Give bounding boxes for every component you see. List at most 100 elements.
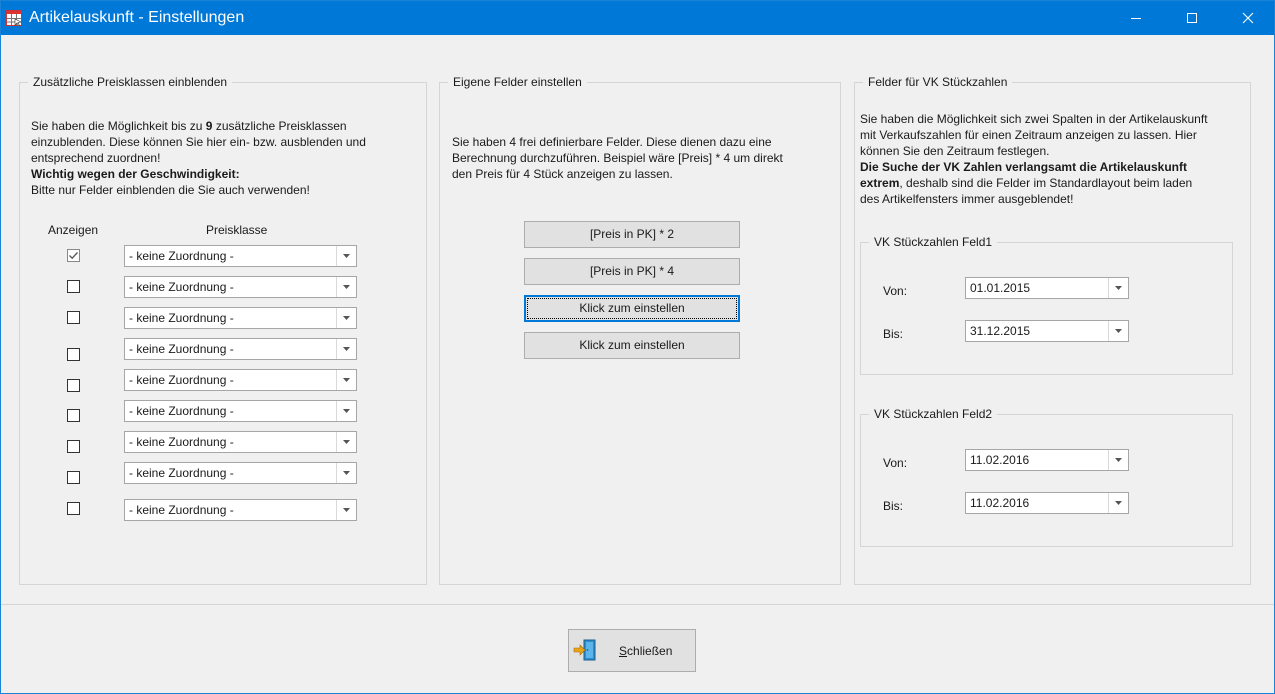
chevron-down-icon[interactable] — [336, 339, 356, 359]
group-vk-stueckzahlen: Felder für VK Stückzahlen Sie haben die … — [854, 75, 1251, 585]
vk-warning-2: extrem — [860, 176, 900, 190]
chevron-down-icon[interactable] — [336, 277, 356, 297]
chevron-down-icon[interactable] — [336, 463, 356, 483]
chevron-down-icon[interactable] — [1108, 321, 1128, 341]
vk-line-2: mit Verkaufszahlen für einen Zeitraum an… — [860, 128, 1197, 142]
show-priceclass-checkbox[interactable] — [67, 379, 80, 392]
warning-heading: Wichtig wegen der Geschwindigkeit: — [31, 167, 240, 181]
column-header-priceclass: Preisklasse — [206, 223, 268, 237]
vk-feld1-from-label: Von: — [883, 284, 908, 298]
priceclass-select-value: - keine Zuordnung - — [129, 404, 234, 418]
priceclass-select[interactable]: - keine Zuordnung - — [124, 499, 357, 521]
group-preisklassen-legend: Zusätzliche Preisklassen einblenden — [28, 75, 233, 89]
schliessen-button[interactable]: Schließen — [568, 629, 696, 672]
priceclass-select-value: - keine Zuordnung - — [129, 342, 234, 356]
priceclass-select-value: - keine Zuordnung - — [129, 311, 234, 325]
show-priceclass-checkbox[interactable] — [67, 409, 80, 422]
show-priceclass-checkbox[interactable] — [67, 502, 80, 515]
chevron-down-icon[interactable] — [336, 308, 356, 328]
vk-feld1-from-date[interactable]: 01.01.2015 — [965, 277, 1129, 299]
group-preisklassen: Zusätzliche Preisklassen einblenden Sie … — [19, 75, 427, 585]
intro-number: 9 — [205, 119, 213, 133]
vk-line-5: , deshalb sind die Felder im Standardlay… — [899, 176, 1193, 190]
vk-feld2-to-date[interactable]: 11.02.2016 — [965, 492, 1129, 514]
vk-feld1-to-date[interactable]: 31.12.2015 — [965, 320, 1129, 342]
intro-line-2: einzublenden. Diese können Sie hier ein-… — [31, 135, 366, 149]
show-priceclass-checkbox[interactable] — [67, 348, 80, 361]
focus-rect — [527, 298, 737, 319]
chevron-down-icon[interactable] — [336, 401, 356, 421]
priceclass-select-value: - keine Zuordnung - — [129, 503, 234, 517]
vk-feld1-legend: VK Stückzahlen Feld1 — [869, 235, 998, 249]
chevron-down-icon[interactable] — [1108, 450, 1128, 470]
vk-feld1-to-value: 31.12.2015 — [970, 324, 1031, 338]
priceclass-select-value: - keine Zuordnung - — [129, 373, 234, 387]
maximize-button[interactable] — [1164, 1, 1220, 35]
close-window-button[interactable] — [1220, 1, 1275, 35]
priceclass-select[interactable]: - keine Zuordnung - — [124, 462, 357, 484]
eigene-line-1: Sie haben 4 frei definierbare Felder. Di… — [452, 135, 772, 149]
column-header-show: Anzeigen — [48, 223, 99, 237]
settings-window: Artikelauskunft - Einstellungen Zusätzli… — [0, 0, 1275, 694]
preisklassen-intro: Sie haben die Möglichkeit bis zu 9 zusät… — [31, 118, 421, 198]
vk-feld2-from-label: Von: — [883, 456, 908, 470]
intro-text-2: zusätzliche Preisklassen — [215, 119, 347, 133]
chevron-down-icon[interactable] — [1108, 493, 1128, 513]
warning-text: Bitte nur Felder einblenden die Sie auch… — [31, 183, 310, 197]
priceclass-select[interactable]: - keine Zuordnung - — [124, 307, 357, 329]
eigene-intro: Sie haben 4 frei definierbare Felder. Di… — [452, 134, 837, 182]
vk-feld2-to-label: Bis: — [883, 499, 904, 513]
group-vk-legend: Felder für VK Stückzahlen — [863, 75, 1013, 89]
exit-door-icon — [573, 638, 597, 662]
intro-line-3: entsprechend zuordnen! — [31, 151, 161, 165]
minimize-button[interactable] — [1108, 1, 1164, 35]
vk-feld2-from-date[interactable]: 11.02.2016 — [965, 449, 1129, 471]
eigene-line-2: Berechnung durchzuführen. Beispiel wäre … — [452, 151, 783, 165]
footer-divider — [1, 604, 1274, 605]
custom-field-3-button[interactable]: Klick zum einstellen — [524, 295, 740, 322]
eigene-line-3: den Preis für 4 Stück anzeigen zu lassen… — [452, 167, 673, 181]
intro-text-1: Sie haben die Möglichkeit bis zu — [31, 119, 203, 133]
show-priceclass-checkbox[interactable] — [67, 440, 80, 453]
priceclass-select[interactable]: - keine Zuordnung - — [124, 245, 357, 267]
custom-field-2-button[interactable]: [Preis in PK] * 4 — [524, 258, 740, 285]
priceclass-select[interactable]: - keine Zuordnung - — [124, 369, 357, 391]
priceclass-select[interactable]: - keine Zuordnung - — [124, 400, 357, 422]
minimize-icon — [1131, 18, 1141, 19]
chevron-down-icon[interactable] — [1108, 278, 1128, 298]
group-eigene-felder: Eigene Felder einstellen Sie haben 4 fre… — [439, 75, 841, 585]
schliessen-label-rest: chließen — [627, 644, 673, 658]
vk-line-3: können Sie den Zeitraum festlegen. — [860, 144, 1050, 158]
priceclass-select-value: - keine Zuordnung - — [129, 249, 234, 263]
priceclass-select-value: - keine Zuordnung - — [129, 435, 234, 449]
chevron-down-icon[interactable] — [336, 370, 356, 390]
show-priceclass-checkbox[interactable] — [67, 471, 80, 484]
priceclass-select-value: - keine Zuordnung - — [129, 466, 234, 480]
custom-field-4-button[interactable]: Klick zum einstellen — [524, 332, 740, 359]
show-priceclass-checkbox[interactable] — [67, 249, 80, 262]
vk-feld2-group: VK Stückzahlen Feld2 Von: 11.02.2016 Bis… — [860, 407, 1233, 547]
show-priceclass-checkbox[interactable] — [67, 311, 80, 324]
priceclass-select[interactable]: - keine Zuordnung - — [124, 276, 357, 298]
chevron-down-icon[interactable] — [336, 246, 356, 266]
show-priceclass-checkbox[interactable] — [67, 280, 80, 293]
maximize-icon — [1187, 13, 1197, 23]
chevron-down-icon[interactable] — [336, 432, 356, 452]
priceclass-select[interactable]: - keine Zuordnung - — [124, 431, 357, 453]
vk-feld2-legend: VK Stückzahlen Feld2 — [869, 407, 998, 421]
vk-warning-1: Die Suche der VK Zahlen verlangsamt die … — [860, 160, 1187, 174]
vk-line-6: des Artikelfensters immer ausgeblendet! — [860, 192, 1074, 206]
custom-field-1-button[interactable]: [Preis in PK] * 2 — [524, 221, 740, 248]
vk-feld1-from-value: 01.01.2015 — [970, 281, 1031, 295]
chevron-down-icon[interactable] — [336, 500, 356, 520]
vk-intro: Sie haben die Möglichkeit sich zwei Spal… — [860, 111, 1250, 207]
priceclass-select[interactable]: - keine Zuordnung - — [124, 338, 357, 360]
checkmark-icon — [69, 252, 78, 260]
title-bar[interactable]: Artikelauskunft - Einstellungen — [1, 1, 1274, 35]
priceclass-select-value: - keine Zuordnung - — [129, 280, 234, 294]
group-eigene-legend: Eigene Felder einstellen — [448, 75, 587, 89]
window-title: Artikelauskunft - Einstellungen — [29, 9, 245, 26]
app-grid-icon — [6, 10, 22, 27]
vk-feld2-to-value: 11.02.2016 — [970, 496, 1030, 510]
vk-feld1-group: VK Stückzahlen Feld1 Von: 01.01.2015 Bis… — [860, 235, 1233, 375]
